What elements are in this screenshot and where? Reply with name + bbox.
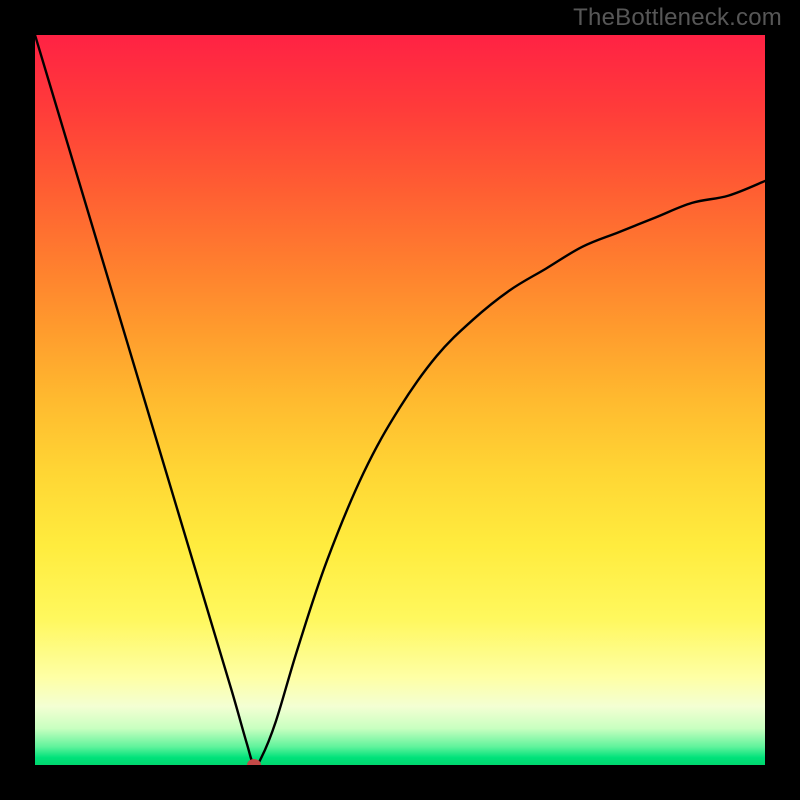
chart-frame: TheBottleneck.com	[0, 0, 800, 800]
watermark-label: TheBottleneck.com	[573, 4, 782, 32]
bottleneck-curve	[35, 35, 765, 765]
minimum-marker	[247, 759, 261, 765]
plot-area	[35, 35, 765, 765]
curve-path	[35, 35, 765, 765]
